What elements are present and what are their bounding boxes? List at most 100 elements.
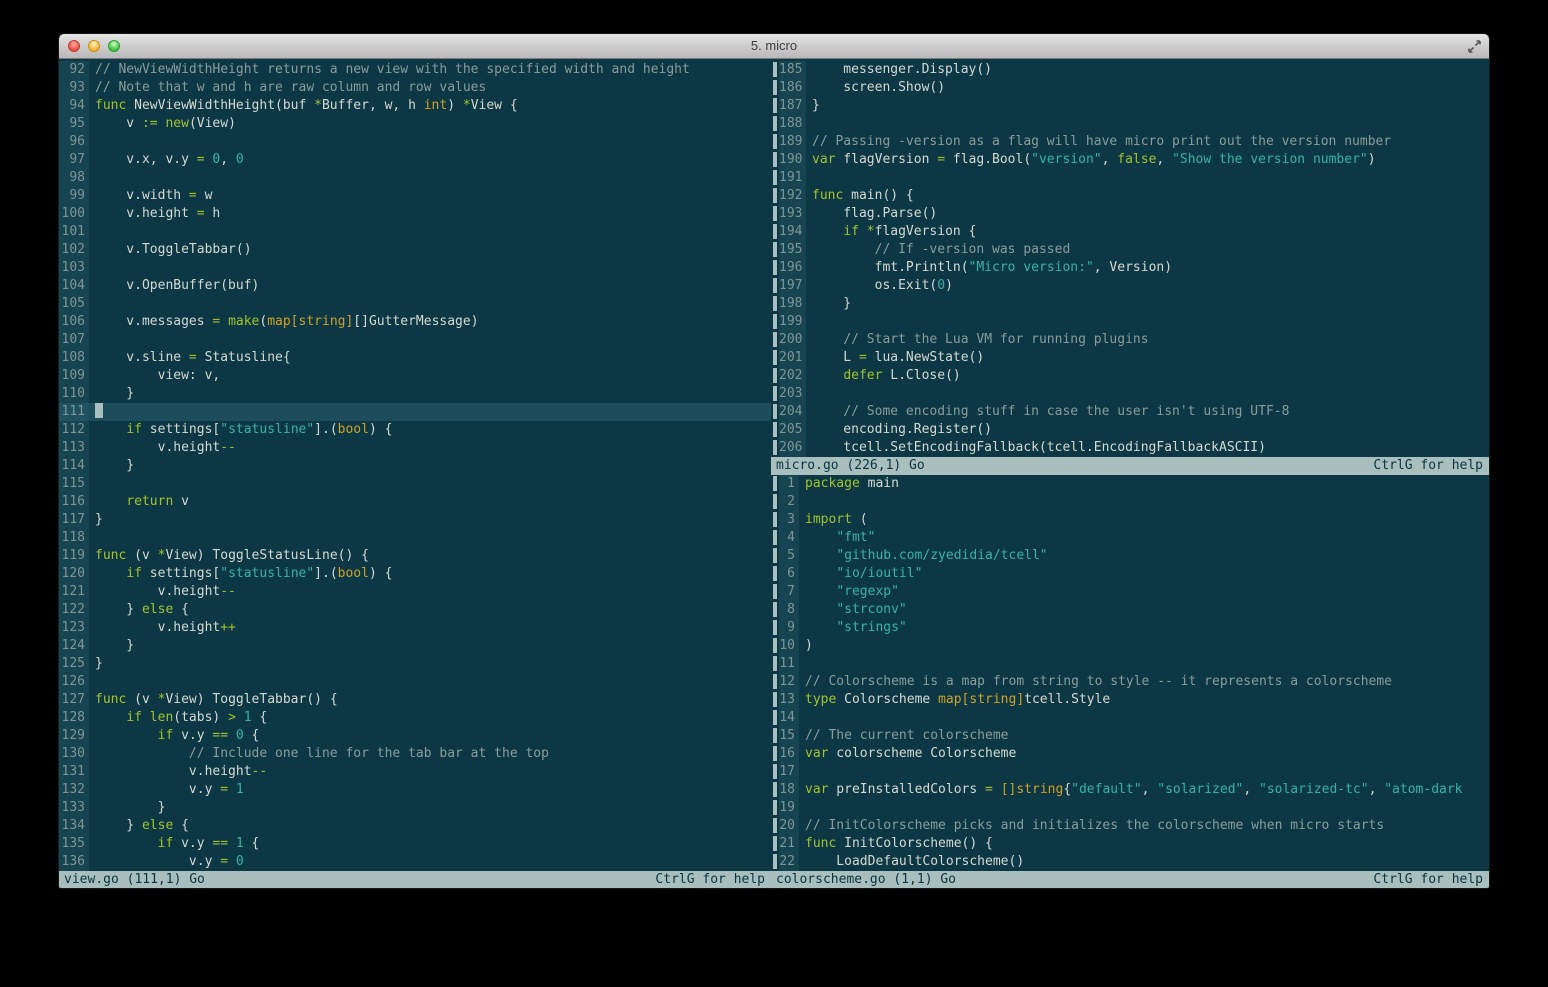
- code-line[interactable]: 102 v.ToggleTabbar(): [59, 241, 771, 259]
- code-line[interactable]: 130 // Include one line for the tab bar …: [59, 745, 771, 763]
- code-area-view-go[interactable]: 92 // NewViewWidthHeight returns a new vi…: [59, 59, 771, 871]
- code-line[interactable]: 132 v.y = 1: [59, 781, 771, 799]
- line-number: 101: [59, 223, 89, 241]
- code-line[interactable]: 22 LoadDefaultColorscheme(): [771, 853, 1489, 871]
- code-line[interactable]: 190 var flagVersion = flag.Bool("version"…: [771, 151, 1489, 169]
- code-line[interactable]: 120 if settings["statusline"].(bool) {: [59, 565, 771, 583]
- code-line[interactable]: 95 v := new(View): [59, 115, 771, 133]
- code-line[interactable]: 106 v.messages = make(map[string][]Gutte…: [59, 313, 771, 331]
- code-line[interactable]: 108 v.sline = Statusline{: [59, 349, 771, 367]
- code-line[interactable]: 10): [771, 637, 1489, 655]
- code-line[interactable]: 115: [59, 475, 771, 493]
- code-line[interactable]: 185 messenger.Display(): [771, 61, 1489, 79]
- code-line[interactable]: 12 // Colorscheme is a map from string to…: [771, 673, 1489, 691]
- code-line[interactable]: 117}: [59, 511, 771, 529]
- code-line[interactable]: 133 }: [59, 799, 771, 817]
- code-line[interactable]: 114 }: [59, 457, 771, 475]
- code-line[interactable]: 6 "io/ioutil": [771, 565, 1489, 583]
- code-line[interactable]: 119 func (v *View) ToggleStatusLine() {: [59, 547, 771, 565]
- code-line[interactable]: 201 L = lua.NewState(): [771, 349, 1489, 367]
- code-line[interactable]: 94 func NewViewWidthHeight(buf *Buffer, w…: [59, 97, 771, 115]
- code-line[interactable]: 107: [59, 331, 771, 349]
- code-line[interactable]: 1 package main: [771, 475, 1489, 493]
- close-button[interactable]: [68, 40, 80, 52]
- code-line[interactable]: 116 return v: [59, 493, 771, 511]
- code-line[interactable]: 97 v.x, v.y = 0, 0: [59, 151, 771, 169]
- code-line[interactable]: 101: [59, 223, 771, 241]
- code-line[interactable]: 99 v.width = w: [59, 187, 771, 205]
- code-line[interactable]: 103: [59, 259, 771, 277]
- code-line[interactable]: 13 type Colorscheme map[string]tcell.Styl…: [771, 691, 1489, 709]
- minimize-button[interactable]: [88, 40, 100, 52]
- code-line[interactable]: 93 // Note that w and h are raw column an…: [59, 79, 771, 97]
- code-line[interactable]: 7 "regexp": [771, 583, 1489, 601]
- code-line[interactable]: 19: [771, 799, 1489, 817]
- code-line[interactable]: 16 var colorscheme Colorscheme: [771, 745, 1489, 763]
- code-line[interactable]: 92 // NewViewWidthHeight returns a new vi…: [59, 61, 771, 79]
- code-line[interactable]: 100 v.height = h: [59, 205, 771, 223]
- code-line[interactable]: 14: [771, 709, 1489, 727]
- code-line[interactable]: 113 v.height--: [59, 439, 771, 457]
- code-line[interactable]: 136 v.y = 0: [59, 853, 771, 871]
- code-line[interactable]: 18 var preInstalledColors = []string{"def…: [771, 781, 1489, 799]
- code-line[interactable]: 195 // If -version was passed: [771, 241, 1489, 259]
- code-line[interactable]: 109 view: v,: [59, 367, 771, 385]
- code-line[interactable]: 129 if v.y == 0 {: [59, 727, 771, 745]
- code-line[interactable]: 110 }: [59, 385, 771, 403]
- code-line[interactable]: 189 // Passing -version as a flag will ha…: [771, 133, 1489, 151]
- code-line[interactable]: 124 }: [59, 637, 771, 655]
- code-line[interactable]: 5 "github.com/zyedidia/tcell": [771, 547, 1489, 565]
- line-number: 118: [59, 529, 89, 547]
- code-line[interactable]: 186 screen.Show(): [771, 79, 1489, 97]
- code-line[interactable]: 105: [59, 295, 771, 313]
- code-line[interactable]: 193 flag.Parse(): [771, 205, 1489, 223]
- code-line[interactable]: 4 "fmt": [771, 529, 1489, 547]
- code-line[interactable]: 134 } else {: [59, 817, 771, 835]
- code-line[interactable]: 112 if settings["statusline"].(bool) {: [59, 421, 771, 439]
- code-line[interactable]: 21 func InitColorscheme() {: [771, 835, 1489, 853]
- code-line[interactable]: 111: [59, 403, 771, 421]
- code-line[interactable]: 135 if v.y == 1 {: [59, 835, 771, 853]
- code-line[interactable]: 2: [771, 493, 1489, 511]
- code-area-colorscheme-go[interactable]: 1 package main 2 3 import (4 "fmt" 5 "github.…: [771, 475, 1489, 871]
- code-line[interactable]: 200 // Start the Lua VM for running plug…: [771, 331, 1489, 349]
- code-line[interactable]: 127 func (v *View) ToggleTabbar() {: [59, 691, 771, 709]
- code-line[interactable]: 203: [771, 385, 1489, 403]
- title-bar[interactable]: 5. micro: [59, 34, 1489, 59]
- zoom-button[interactable]: [108, 40, 120, 52]
- code-line[interactable]: 188: [771, 115, 1489, 133]
- code-line[interactable]: 196 fmt.Println("Micro version:", Versio…: [771, 259, 1489, 277]
- code-line[interactable]: 9 "strings": [771, 619, 1489, 637]
- code-line[interactable]: 194 if *flagVersion {: [771, 223, 1489, 241]
- code-line[interactable]: 202 defer L.Close(): [771, 367, 1489, 385]
- code-line[interactable]: 126: [59, 673, 771, 691]
- code-line[interactable]: 121 v.height--: [59, 583, 771, 601]
- code-line[interactable]: 98: [59, 169, 771, 187]
- code-line[interactable]: 3 import (: [771, 511, 1489, 529]
- code-line[interactable]: 8 "strconv": [771, 601, 1489, 619]
- code-line[interactable]: 17: [771, 763, 1489, 781]
- code-line[interactable]: 11: [771, 655, 1489, 673]
- split-divider: [771, 709, 779, 727]
- code-line[interactable]: 96: [59, 133, 771, 151]
- code-line[interactable]: 118: [59, 529, 771, 547]
- code-line[interactable]: 191: [771, 169, 1489, 187]
- code-line[interactable]: 204 // Some encoding stuff in case the u…: [771, 403, 1489, 421]
- code-line[interactable]: 192 func main() {: [771, 187, 1489, 205]
- code-line[interactable]: 128 if len(tabs) > 1 {: [59, 709, 771, 727]
- code-line[interactable]: 199: [771, 313, 1489, 331]
- code-line[interactable]: 104 v.OpenBuffer(buf): [59, 277, 771, 295]
- code-line[interactable]: 198 }: [771, 295, 1489, 313]
- code-area-micro-go[interactable]: 185 messenger.Display() 186 screen.Show()…: [771, 59, 1489, 457]
- code-line[interactable]: 131 v.height--: [59, 763, 771, 781]
- code-line[interactable]: 125}: [59, 655, 771, 673]
- code-line[interactable]: 197 os.Exit(0): [771, 277, 1489, 295]
- code-line[interactable]: 122 } else {: [59, 601, 771, 619]
- code-line[interactable]: 20 // InitColorscheme picks and initializ…: [771, 817, 1489, 835]
- fullscreen-button[interactable]: [1467, 39, 1482, 54]
- code-line[interactable]: 187}: [771, 97, 1489, 115]
- code-line[interactable]: 205 encoding.Register(): [771, 421, 1489, 439]
- code-line[interactable]: 15 // The current colorscheme: [771, 727, 1489, 745]
- code-line[interactable]: 206 tcell.SetEncodingFallback(tcell.Enco…: [771, 439, 1489, 457]
- code-line[interactable]: 123 v.height++: [59, 619, 771, 637]
